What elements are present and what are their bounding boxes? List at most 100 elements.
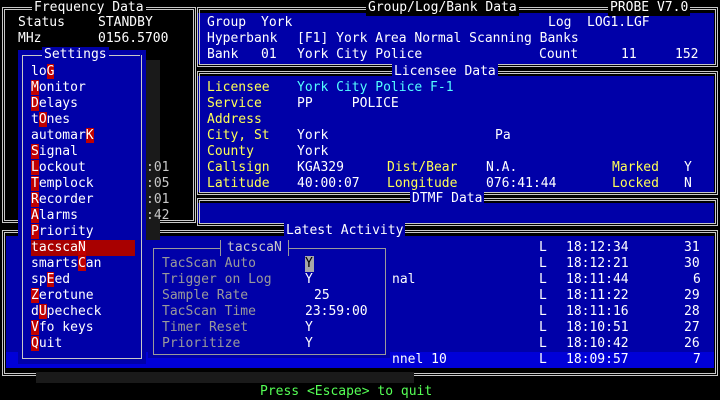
menu-item-tacscan[interactable]: tacscaN <box>31 240 135 256</box>
activity-time: 18:09:57 <box>566 352 629 367</box>
activity-flag: L <box>539 288 547 303</box>
county-value: York <box>297 144 329 159</box>
activity-time: 18:12:21 <box>566 256 629 271</box>
count-a: 11 <box>621 47 637 62</box>
count-b: 152 <box>675 47 699 62</box>
dist-value: N.A. <box>486 160 518 175</box>
prioritize-label: Prioritize <box>162 336 241 351</box>
menu-item-quit[interactable]: Quit <box>31 336 135 352</box>
bank-name: York City Police <box>297 47 423 62</box>
sample-rate-label: Sample Rate <box>162 288 249 303</box>
status-value: STANDBY <box>98 15 153 30</box>
licensee-value: York City Police F-1 <box>297 80 454 95</box>
service-label: Service <box>207 96 262 111</box>
address-label: Address <box>207 112 262 127</box>
menu-item-templock[interactable]: Templock <box>31 176 135 192</box>
longitude-label: Longitude <box>387 176 458 191</box>
menu-item-smartscan[interactable]: smartsCan <box>31 256 135 272</box>
log-label: Log <box>548 15 572 30</box>
activity-count: 6 <box>693 272 701 287</box>
activity-time: 18:11:16 <box>566 304 629 319</box>
group-panel-title: Group/Log/Bank Data <box>366 0 519 16</box>
settings-menu-shadow <box>36 372 414 383</box>
activity-count: 31 <box>684 240 700 255</box>
tacscan-auto-value[interactable]: Y <box>305 256 314 272</box>
tacscan-time-label: TacScan Time <box>162 304 256 319</box>
activity-count: 27 <box>684 320 700 335</box>
prioritize-value[interactable]: Y <box>305 336 313 352</box>
activity-flag: L <box>539 272 547 287</box>
activity-flag: L <box>539 240 547 255</box>
hidden-value-recorder: :01 <box>146 192 170 207</box>
hidden-value-templock: :05 <box>146 176 170 191</box>
menu-item-tones[interactable]: tOnes <box>31 112 135 128</box>
menu-item-log[interactable]: loG <box>31 64 135 80</box>
trigger-on-log-value[interactable]: Y <box>305 272 313 288</box>
state-value: Pa <box>495 128 511 143</box>
licensee-panel-title: Licensee Data <box>392 64 498 80</box>
hidden-value-alarms: :42 <box>146 208 170 223</box>
dist-label: Dist/Bear <box>387 160 458 175</box>
tacscan-time-value[interactable]: 23:59:00 <box>305 304 368 320</box>
activity-time: 18:10:51 <box>566 320 629 335</box>
activity-panel-title: Latest Activity <box>284 223 406 239</box>
activity-count: 7 <box>693 352 701 367</box>
bank-number: 01 <box>261 47 277 62</box>
hyperbank-value: [F1] York Area Normal Scanning Banks <box>297 31 579 46</box>
city-label: City, St <box>207 128 270 143</box>
menu-item-alarms[interactable]: Alarms <box>31 208 135 224</box>
activity-row-name: nnel 10 <box>392 352 447 367</box>
locked-value: N <box>684 176 692 191</box>
menu-item-vfo-keys[interactable]: Vfo keys <box>31 320 135 336</box>
status-label: Status <box>18 15 65 30</box>
timer-reset-label: Timer Reset <box>162 320 249 335</box>
activity-count: 29 <box>684 288 700 303</box>
activity-time: 18:11:44 <box>566 272 629 287</box>
marked-value: Y <box>684 160 692 175</box>
city-value: York <box>297 128 329 143</box>
longitude-value: 076:41:44 <box>486 176 557 191</box>
group-label: Group <box>207 15 247 30</box>
callsign-label: Callsign <box>207 160 270 175</box>
county-label: County <box>207 144 254 159</box>
activity-flag: L <box>539 320 547 335</box>
tacscan-submenu-title: tacscaN <box>220 240 289 256</box>
menu-item-priority[interactable]: Priority <box>31 224 135 240</box>
menu-item-monitor[interactable]: Monitor <box>31 80 135 96</box>
mhz-value: 0156.5700 <box>98 31 169 46</box>
activity-count: 30 <box>684 256 700 271</box>
menu-item-lockout[interactable]: Lockout <box>31 160 135 176</box>
menu-item-speed[interactable]: spEed <box>31 272 135 288</box>
activity-time: 18:10:42 <box>566 336 629 351</box>
licensee-label: Licensee <box>207 80 270 95</box>
log-value: LOG1.LGF <box>587 15 650 30</box>
menu-item-delays[interactable]: Delays <box>31 96 135 112</box>
activity-count: 28 <box>684 304 700 319</box>
app-title: PROBE V7.0 <box>608 0 691 16</box>
activity-time: 18:12:34 <box>566 240 629 255</box>
activity-row-name: nal <box>392 272 416 287</box>
callsign-value: KGA329 <box>297 160 344 175</box>
bank-label: Bank <box>207 47 239 62</box>
marked-label: Marked <box>612 160 659 175</box>
activity-time: 18:11:22 <box>566 288 629 303</box>
sample-rate-value[interactable]: 25 <box>314 288 330 304</box>
trigger-on-log-label: Trigger on Log <box>162 272 272 287</box>
hidden-value-lockout: :01 <box>146 160 170 175</box>
latitude-value: 40:00:07 <box>297 176 360 191</box>
menu-item-dupecheck[interactable]: dUpecheck <box>31 304 135 320</box>
latitude-label: Latitude <box>207 176 270 191</box>
frequency-panel-title: Frequency Data <box>32 0 146 16</box>
tacscan-auto-label: TacScan Auto <box>162 256 256 271</box>
menu-item-signal[interactable]: Signal <box>31 144 135 160</box>
activity-flag: L <box>539 352 547 367</box>
menu-item-automark[interactable]: automarK <box>31 128 135 144</box>
menu-item-zerotune[interactable]: Zerotune <box>31 288 135 304</box>
activity-flag: L <box>539 256 547 271</box>
service-value: PP POLICE <box>297 96 399 111</box>
locked-label: Locked <box>612 176 659 191</box>
timer-reset-value[interactable]: Y <box>305 320 313 336</box>
menu-item-recorder[interactable]: Recorder <box>31 192 135 208</box>
activity-flag: L <box>539 336 547 351</box>
mhz-label: MHz <box>18 31 42 46</box>
